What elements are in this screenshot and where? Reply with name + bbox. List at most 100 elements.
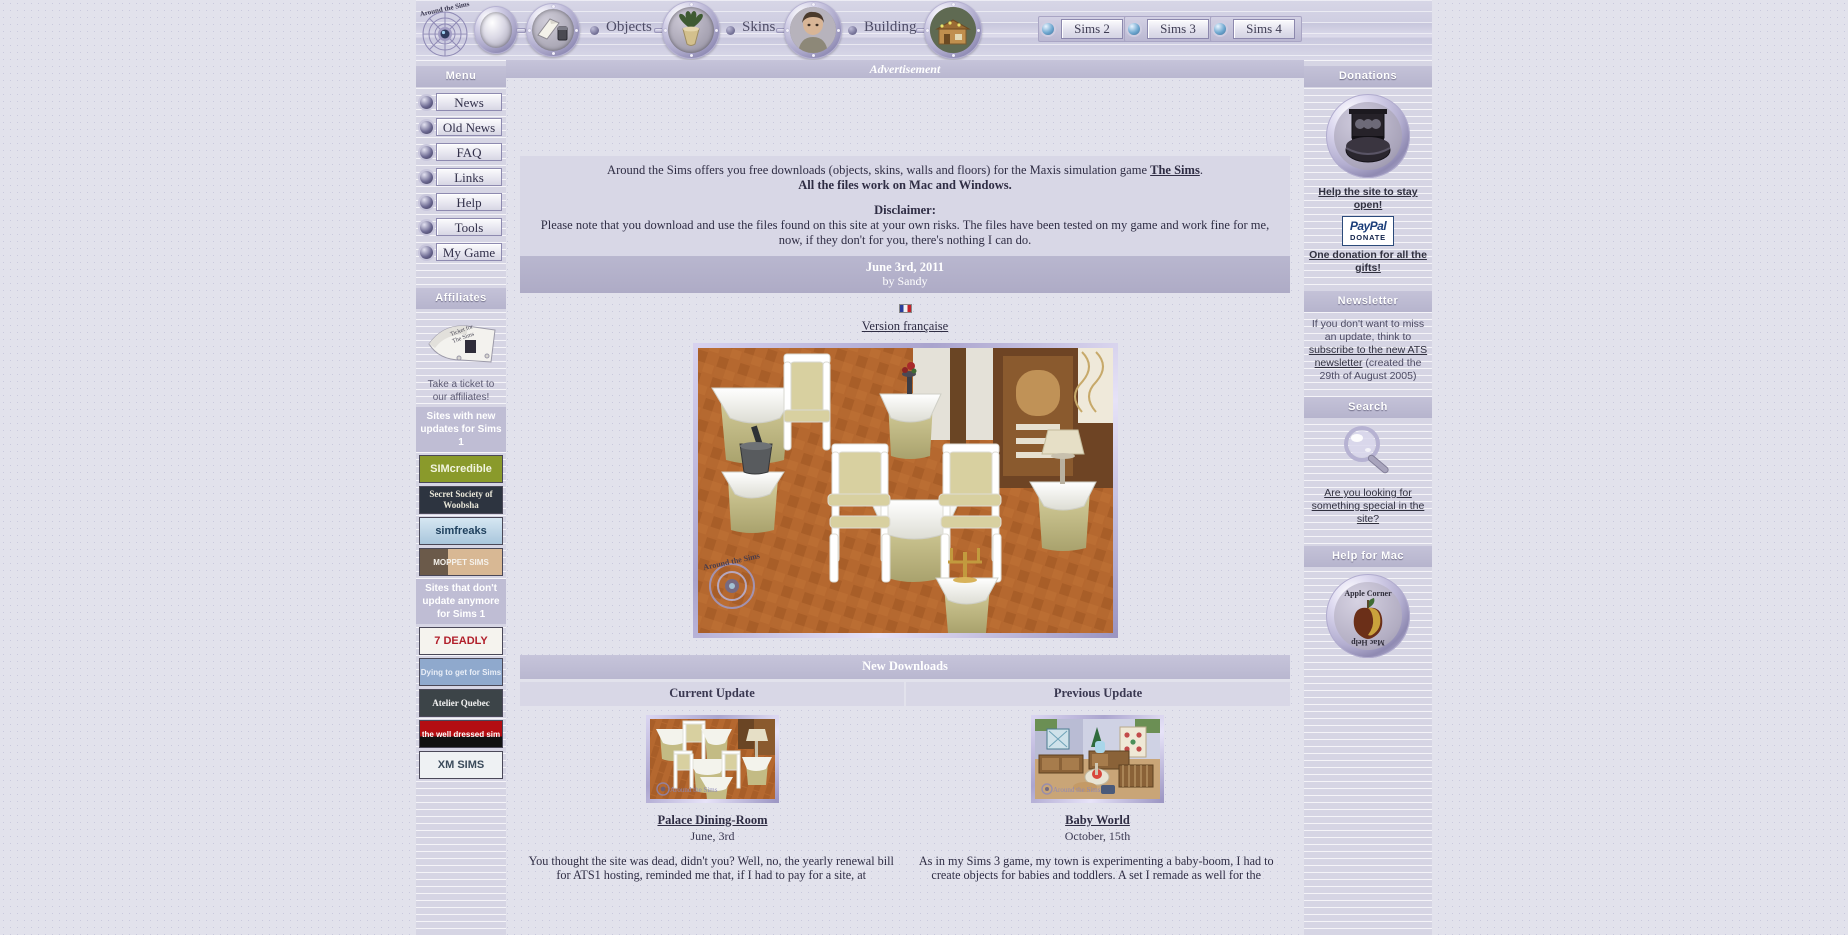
affiliate-logo[interactable]: Secret Society of Woobsha <box>419 486 503 514</box>
svg-text:Around the Sims: Around the Sims <box>1053 786 1101 794</box>
menu-label: Old News <box>436 118 502 136</box>
news-porthole-icon[interactable] <box>526 3 580 57</box>
menu-label: Tools <box>436 218 502 236</box>
donation-jar-icon[interactable] <box>1326 94 1410 178</box>
right-sidebar: Donations Help the site to stay open! Pa… <box>1304 60 1432 935</box>
ticket-icon[interactable]: Ticket for The Sims <box>416 313 506 375</box>
download-description: As in my Sims 3 game, my town is experim… <box>918 854 1274 882</box>
apple-corner-label: Apple Corner <box>1344 589 1392 598</box>
current-update-head: Current Update <box>520 682 904 706</box>
affiliate-logo[interactable]: XM SIMS <box>419 751 503 779</box>
search-link[interactable]: Are you looking for something special in… <box>1304 487 1432 526</box>
bullet-icon <box>420 145 433 159</box>
magnifier-icon[interactable] <box>1338 422 1398 482</box>
menu-item-old-news[interactable]: Old News <box>416 116 506 138</box>
menu-label: Help <box>436 193 502 211</box>
bullet-icon <box>420 170 433 184</box>
bullet-icon <box>420 120 433 134</box>
download-thumbnail[interactable]: Around the Sims <box>646 715 779 803</box>
menu-item-faq[interactable]: FAQ <box>416 141 506 163</box>
menu-title: Menu <box>416 66 506 87</box>
affiliate-logo[interactable]: 7 DEADLY <box>419 627 503 655</box>
intro-line-2: All the files work on Mac and Windows. <box>798 178 1012 192</box>
person-porthole-icon[interactable] <box>784 1 842 59</box>
hero-wrap: Around the Sims <box>506 343 1304 643</box>
connector <box>516 28 526 33</box>
paypal-donate-button[interactable]: PayPal DONATE <box>1342 216 1394 246</box>
hero-screenshot[interactable]: Around the Sims <box>692 343 1118 638</box>
mirror-porthole-icon[interactable] <box>474 6 518 54</box>
sims2-button[interactable]: Sims 2 <box>1061 19 1123 39</box>
nav-label-objects[interactable]: Objects <box>606 19 652 36</box>
download-title-link[interactable]: Baby World <box>905 813 1290 828</box>
new-downloads-title: New Downloads <box>520 655 1290 679</box>
sims4-button[interactable]: Sims 4 <box>1233 19 1295 39</box>
bullet-icon <box>420 245 433 259</box>
download-date: October, 15th <box>1064 829 1131 843</box>
advertisement-bar: Advertisement <box>506 60 1304 78</box>
affiliate-name: XM SIMS <box>437 759 485 771</box>
paypal-logo-text: PayPal <box>1349 219 1387 233</box>
affiliates-group-updating: Sites with new updates for Sims 1 <box>416 407 506 452</box>
paypal-wrap: PayPal DONATE <box>1304 212 1432 249</box>
french-version-link[interactable]: Version française <box>506 319 1304 334</box>
affiliate-logo[interactable]: SIMcredible <box>419 455 503 483</box>
previous-update-head: Previous Update <box>906 682 1290 706</box>
nav-label-building[interactable]: Building <box>864 19 917 36</box>
search-title: Search <box>1304 397 1432 418</box>
intro-panel: Around the Sims offers you free download… <box>520 156 1290 256</box>
affiliate-name: Atelier Quebec <box>432 698 490 708</box>
menu-item-help[interactable]: Help <box>416 191 506 213</box>
french-flag-row <box>506 299 1304 317</box>
update-cell-current: Around the Sims Palace Dining-Room June,… <box>520 706 905 844</box>
menu-label: Links <box>436 168 502 186</box>
advertisement-slot[interactable] <box>506 78 1304 156</box>
sims2-bead-icon <box>1042 23 1054 35</box>
update-row: Around the Sims Palace Dining-Room June,… <box>520 706 1290 844</box>
intro-text: Around the Sims offers you free download… <box>607 163 1151 177</box>
affiliate-logo[interactable]: Atelier Quebec <box>419 689 503 717</box>
download-description: You thought the site was dead, didn't yo… <box>528 854 894 882</box>
bullet-icon <box>420 195 433 209</box>
menu-item-news[interactable]: News <box>416 91 506 113</box>
affiliate-name: Secret Society of Woobsha <box>429 489 493 510</box>
update-cell-previous: Around the Sims Baby World October, 15th <box>905 706 1290 844</box>
update-paragraph-row: You thought the site was dead, didn't yo… <box>520 844 1290 882</box>
donations-note-link[interactable]: One donation for all the gifts! <box>1304 249 1432 275</box>
plant-porthole-icon[interactable] <box>662 1 720 59</box>
menu-item-tools[interactable]: Tools <box>416 216 506 238</box>
nav-dot-skins <box>726 26 735 35</box>
sims3-button[interactable]: Sims 3 <box>1147 19 1209 39</box>
affiliates-title: Affiliates <box>416 288 506 309</box>
donations-link[interactable]: Help the site to stay open! <box>1304 186 1432 212</box>
bullet-icon <box>420 95 433 109</box>
apple-corner-icon[interactable]: Apple Corner Mac Help <box>1326 574 1410 658</box>
menu-label: FAQ <box>436 143 502 161</box>
affiliate-logo[interactable]: simfreaks <box>419 517 503 545</box>
affiliate-logo[interactable]: MOPPET SIMS <box>419 548 503 576</box>
search-icon-wrap <box>1304 422 1432 487</box>
affiliate-logo[interactable]: Dying to get for Sims <box>419 658 503 686</box>
house-porthole-icon[interactable] <box>924 1 982 59</box>
affiliate-logo[interactable]: the well dressed sim <box>419 720 503 748</box>
site-container: Around the Sims Objects Skins Building S… <box>416 0 1432 935</box>
nav-label-skins[interactable]: Skins <box>742 19 775 36</box>
menu-label: News <box>436 93 502 111</box>
the-sims-link[interactable]: The Sims <box>1150 163 1200 177</box>
affiliate-name: MOPPET SIMS <box>433 557 489 567</box>
intro-period: . <box>1199 163 1203 177</box>
menu-item-links[interactable]: Links <box>416 166 506 188</box>
sims3-bead-icon <box>1128 23 1140 35</box>
download-title-link[interactable]: Palace Dining-Room <box>520 813 905 828</box>
newsletter-text-pre: If you don't want to miss an update, thi… <box>1311 318 1425 343</box>
svg-text:Around the Sims: Around the Sims <box>670 786 718 794</box>
disclaimer-title: Disclaimer: <box>874 203 936 217</box>
affiliate-name: the well dressed sim <box>421 729 501 739</box>
menu-item-my-game[interactable]: My Game <box>416 241 506 263</box>
newsletter-text: If you don't want to miss an update, thi… <box>1304 316 1432 385</box>
update-author: by Sandy <box>882 274 928 288</box>
nav-dot-objects <box>590 26 599 35</box>
download-thumbnail[interactable]: Around the Sims <box>1031 715 1164 803</box>
site-logo[interactable]: Around the Sims <box>416 2 474 58</box>
affiliate-name: SIMcredible <box>430 463 492 475</box>
